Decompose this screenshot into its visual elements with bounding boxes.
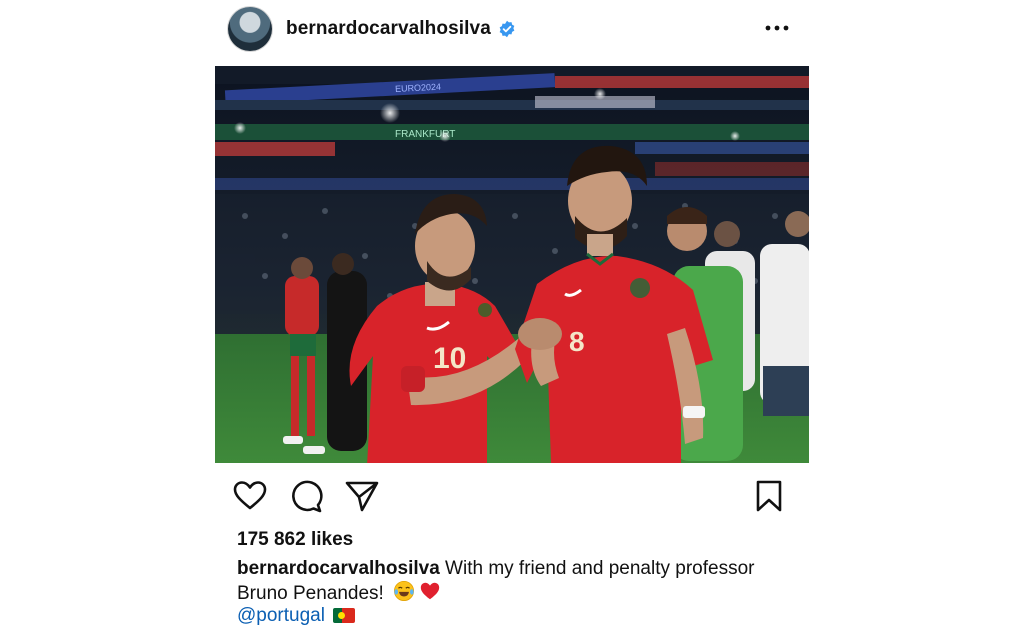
save-button[interactable]: [751, 478, 787, 514]
post-caption: bernardocarvalhosilva With my friend and…: [237, 557, 797, 605]
red-heart-emoji: [420, 582, 440, 600]
heart-icon: [233, 481, 267, 510]
like-button[interactable]: [232, 478, 268, 514]
action-bar: [232, 478, 787, 514]
share-button[interactable]: [344, 478, 380, 514]
player2-number: 8: [569, 326, 585, 357]
bookmark-icon: [756, 480, 782, 512]
player1-number: 10: [433, 342, 466, 375]
caption-mention-line: @portugal: [237, 604, 355, 627]
caption-text: With my friend and penalty professor: [439, 558, 755, 579]
post-photo[interactable]: EURO2024 FRANKFURT 10 8: [215, 66, 809, 463]
post-header: bernardocarvalhosilva: [228, 6, 798, 52]
verified-badge-icon: [499, 20, 515, 38]
send-icon: [345, 481, 379, 512]
caption-text-2: Bruno Penandes!: [237, 583, 384, 604]
likes-count[interactable]: 175 862 likes: [237, 529, 353, 551]
avatar[interactable]: [228, 7, 272, 51]
mention-link[interactable]: @portugal: [237, 604, 325, 627]
username[interactable]: bernardocarvalhosilva: [286, 18, 491, 40]
comment-icon: [292, 480, 323, 513]
instagram-post: bernardocarvalhosilva EURO2024 FRANKFURT…: [0, 0, 1024, 640]
caption-username[interactable]: bernardocarvalhosilva: [237, 558, 440, 579]
comment-button[interactable]: [288, 478, 324, 514]
portugal-flag-emoji: [332, 608, 355, 623]
photo-illustration: EURO2024 FRANKFURT 10 8: [215, 66, 809, 463]
tears-of-joy-emoji: [394, 581, 415, 601]
more-options-icon[interactable]: [764, 18, 790, 38]
